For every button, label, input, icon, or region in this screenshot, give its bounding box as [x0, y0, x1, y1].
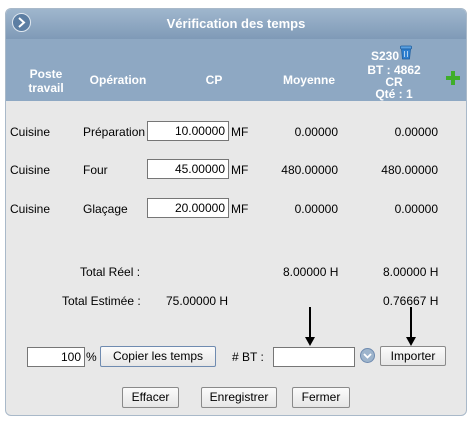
col-cp: CP [205, 73, 223, 87]
cp-input[interactable] [147, 159, 229, 179]
total-estimee-s230: 0.76667 H [383, 294, 439, 308]
row-moyenne: 0.00000 [294, 125, 338, 139]
total-estimee-label: Total Estimée : [62, 294, 141, 308]
row-poste: Cuisine [10, 163, 51, 177]
bt-number-input[interactable] [273, 347, 355, 367]
cp-input[interactable] [147, 198, 229, 218]
row-operation: Glaçage [83, 202, 128, 216]
table-header: Poste travail Opération CP Moyenne S230 … [6, 39, 466, 101]
row-operation: Four [83, 163, 108, 177]
row-s230: 0.00000 [394, 202, 438, 216]
total-reel-s230: 8.00000 H [383, 265, 439, 279]
row-poste: Cuisine [10, 125, 51, 139]
row-operation: Préparation [83, 125, 146, 139]
col-poste-travail-label: Poste travail [28, 67, 64, 95]
trash-icon[interactable] [400, 45, 412, 60]
row-unit: MF [231, 202, 249, 216]
col-qte: Qté : 1 [375, 87, 413, 101]
col-operation: Opération [89, 73, 147, 87]
add-plus-icon[interactable] [446, 71, 460, 85]
down-arrow-indicator [309, 307, 311, 339]
dialog-titlebar: Vérification des temps [6, 9, 466, 39]
row-moyenne: 0.00000 [294, 202, 338, 216]
copy-times-button[interactable]: Copier les temps [100, 346, 216, 367]
col-moyenne: Moyenne [282, 73, 335, 87]
down-arrowhead-icon [406, 337, 416, 346]
total-reel-moyenne: 8.00000 H [283, 265, 339, 279]
col-poste-travail: Poste travail [10, 39, 82, 101]
total-estimee-cp: 75.00000 H [166, 294, 229, 308]
import-button[interactable]: Importer [380, 346, 446, 366]
down-arrowhead-icon [305, 337, 315, 346]
cp-input[interactable] [147, 121, 229, 141]
dialog-title: Vérification des temps [166, 16, 306, 31]
dropdown-chevron-icon[interactable] [360, 348, 375, 363]
bt-label: # BT : [232, 350, 264, 364]
time-verification-dialog: Vérification des temps Poste travail Opé… [5, 8, 467, 416]
total-reel-label: Total Réel : [80, 265, 141, 279]
percent-input[interactable] [27, 347, 85, 367]
row-unit: MF [231, 125, 249, 139]
row-s230: 0.00000 [394, 125, 438, 139]
table-body: Cuisine Préparation MF 0.00000 0.00000 C… [6, 101, 466, 415]
row-poste: Cuisine [10, 202, 51, 216]
row-unit: MF [231, 163, 249, 177]
row-s230: 480.00000 [381, 163, 438, 177]
percent-sign: % [86, 350, 97, 364]
close-button[interactable]: Fermer [292, 387, 350, 408]
row-moyenne: 480.00000 [281, 163, 338, 177]
down-arrow-indicator [410, 307, 412, 339]
clear-button[interactable]: Effacer [122, 387, 179, 408]
save-button[interactable]: Enregistrer [201, 387, 277, 408]
